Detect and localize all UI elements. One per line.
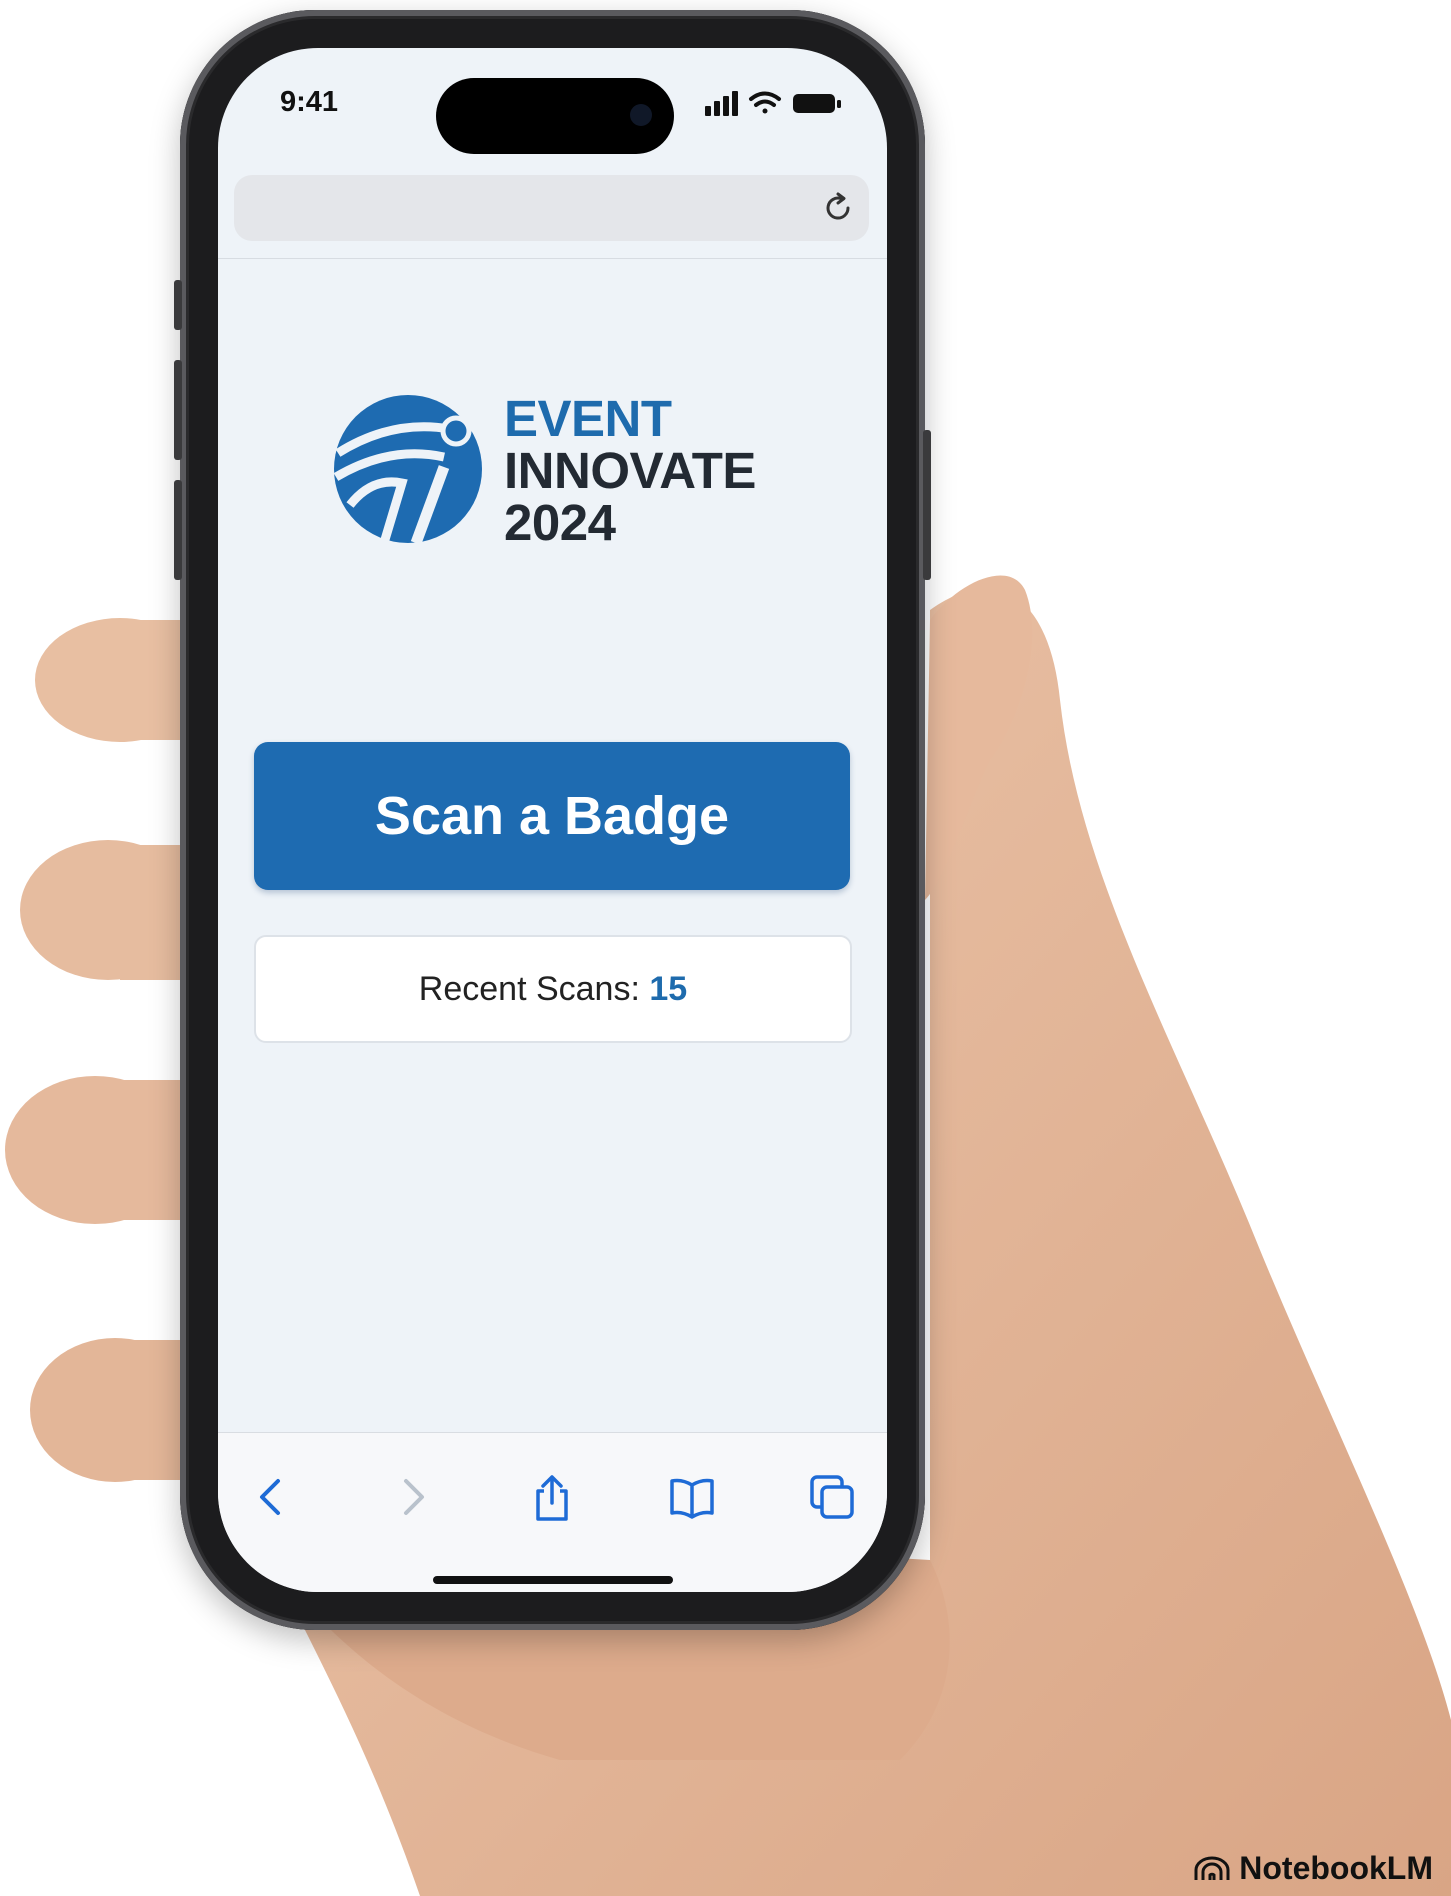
battery-icon [793,94,841,113]
event-logo: EVENT INNOVATE 2024 [332,393,802,563]
recent-scans-count: 15 [649,970,688,1008]
back-icon[interactable] [246,1471,298,1523]
status-icons [705,91,841,116]
scan-badge-button[interactable]: Scan a Badge [254,742,850,890]
address-bar-divider [218,258,887,259]
volume-down-button [174,480,182,580]
action-button [174,280,182,330]
logo-line-year: 2024 [504,494,616,551]
watermark: NotebookLM [1193,1850,1433,1887]
status-time: 9:41 [280,86,339,118]
camera-icon [630,104,652,126]
logo-line-event: EVENT [504,390,672,447]
phone-screen: 9:41 EVENT INNOVATE 2024 Scan a Badge Re… [218,48,887,1592]
home-indicator [433,1576,673,1584]
logo-line-innovate: INNOVATE [504,442,756,499]
power-button [923,430,931,580]
tabs-icon[interactable] [806,1471,858,1523]
reload-icon[interactable] [819,189,857,227]
bookmarks-icon[interactable] [666,1471,718,1523]
volume-up-button [174,360,182,460]
smartphone: 9:41 EVENT INNOVATE 2024 Scan a Badge Re… [174,10,931,1630]
dynamic-island [436,78,674,154]
signal-icon [705,91,738,116]
watermark-text: NotebookLM [1239,1850,1433,1886]
forward-icon[interactable] [386,1471,438,1523]
notebooklm-icon [1194,1856,1230,1880]
wifi-icon [749,91,781,114]
browser-toolbar [218,1432,887,1592]
event-logo-icon [333,395,482,545]
address-bar[interactable] [234,175,869,241]
recent-scans-card: Recent Scans: 15 [254,935,852,1043]
share-icon[interactable] [526,1471,578,1523]
recent-scans-label: Recent Scans: [418,970,640,1008]
